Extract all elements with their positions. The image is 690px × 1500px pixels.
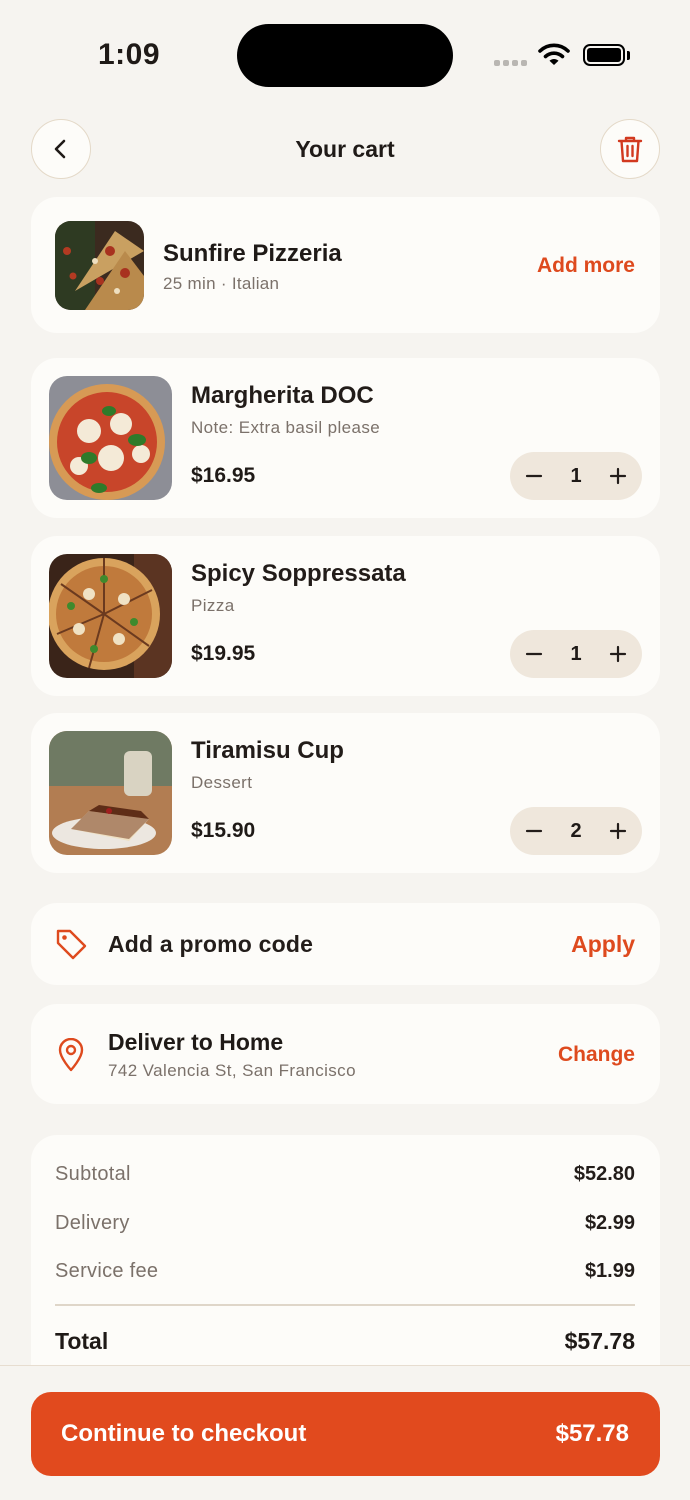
decrease-quantity-button[interactable] — [524, 466, 544, 486]
item-category: Pizza — [191, 596, 235, 615]
status-time: 1:09 — [98, 38, 161, 71]
subtotal-value: $52.80 — [573, 1163, 635, 1185]
promo-code-label: Add a promo code — [108, 931, 314, 957]
total-label: Total — [55, 1328, 109, 1354]
promo-code-row[interactable]: Add a promo code Apply — [31, 903, 660, 985]
increase-quantity-button[interactable] — [608, 466, 628, 486]
item-image-margherita — [49, 376, 172, 500]
delivery-address: 742 Valencia St, San Francisco — [108, 1061, 356, 1080]
delivery-fee-value: $2.99 — [584, 1212, 635, 1234]
trash-icon — [617, 136, 643, 163]
item-name: Tiramisu Cup — [191, 737, 344, 764]
decrease-quantity-button[interactable] — [524, 644, 544, 664]
plus-icon — [609, 645, 627, 663]
total-row: Total $57.78 — [55, 1328, 635, 1355]
checkout-button[interactable]: Continue to checkout $57.78 — [31, 1392, 660, 1476]
cart-item: Margherita DOC Note: Extra basil please … — [31, 358, 660, 518]
service-fee-label: Service fee — [55, 1260, 159, 1282]
restaurant-card: Sunfire Pizzeria 25 min · Italian Add mo… — [31, 197, 660, 333]
quantity-stepper: 2 — [510, 807, 642, 855]
checkout-label: Continue to checkout — [61, 1420, 307, 1447]
item-image-tiramisu — [49, 731, 172, 855]
checkout-amount: $57.78 — [555, 1420, 629, 1447]
service-fee-value: $1.99 — [584, 1260, 635, 1282]
summary-divider — [55, 1304, 635, 1306]
cart-item: Spicy Soppressata Pizza $19.95 1 — [31, 536, 660, 696]
delivery-title: Deliver to Home — [108, 1029, 284, 1055]
item-note: Note: Extra basil please — [191, 418, 381, 437]
add-more-button[interactable]: Add more — [537, 254, 635, 278]
minus-icon — [525, 474, 543, 478]
subtotal-label: Subtotal — [55, 1163, 131, 1185]
change-address-button[interactable]: Change — [558, 1043, 635, 1067]
total-value: $57.78 — [564, 1328, 635, 1354]
item-category: Dessert — [191, 773, 253, 792]
quantity-stepper: 1 — [510, 452, 642, 500]
dynamic-island — [237, 24, 453, 87]
item-price: $16.95 — [191, 464, 256, 487]
minus-icon — [525, 652, 543, 656]
restaurant-meta: 25 min · Italian — [163, 274, 280, 293]
clear-cart-button[interactable] — [600, 119, 660, 179]
item-name: Spicy Soppressata — [191, 560, 406, 587]
quantity-value: 1 — [570, 642, 582, 665]
order-summary: Subtotal $52.80 Delivery $2.99 Service f… — [31, 1135, 660, 1375]
battery-icon — [583, 44, 625, 66]
battery-tip — [627, 51, 630, 60]
apply-promo-button[interactable]: Apply — [571, 931, 635, 958]
wifi-icon — [538, 43, 570, 65]
plus-icon — [609, 467, 627, 485]
minus-icon — [525, 829, 543, 833]
quantity-stepper: 1 — [510, 630, 642, 678]
decrease-quantity-button[interactable] — [524, 821, 544, 841]
subtotal-row: Subtotal $52.80 — [55, 1163, 635, 1186]
item-price: $19.95 — [191, 642, 256, 665]
increase-quantity-button[interactable] — [608, 821, 628, 841]
delivery-fee-row: Delivery $2.99 — [55, 1212, 635, 1235]
delivery-address-card: Deliver to Home 742 Valencia St, San Fra… — [31, 1004, 660, 1104]
restaurant-image — [55, 221, 144, 310]
quantity-value: 1 — [570, 464, 582, 487]
cellular-signal-icon — [494, 60, 527, 66]
item-image-soppressata — [49, 554, 172, 678]
restaurant-name: Sunfire Pizzeria — [163, 240, 342, 267]
location-pin-icon — [58, 1038, 84, 1072]
item-price: $15.90 — [191, 819, 256, 842]
increase-quantity-button[interactable] — [608, 644, 628, 664]
page-title: Your cart — [295, 136, 395, 162]
plus-icon — [609, 822, 627, 840]
quantity-value: 2 — [570, 819, 582, 842]
service-fee-row: Service fee $1.99 — [55, 1260, 635, 1283]
delivery-fee-label: Delivery — [55, 1212, 130, 1234]
cart-item: Tiramisu Cup Dessert $15.90 2 — [31, 713, 660, 873]
item-name: Margherita DOC — [191, 382, 374, 409]
tag-icon — [56, 929, 87, 960]
status-bar: 1:09 — [0, 0, 690, 110]
